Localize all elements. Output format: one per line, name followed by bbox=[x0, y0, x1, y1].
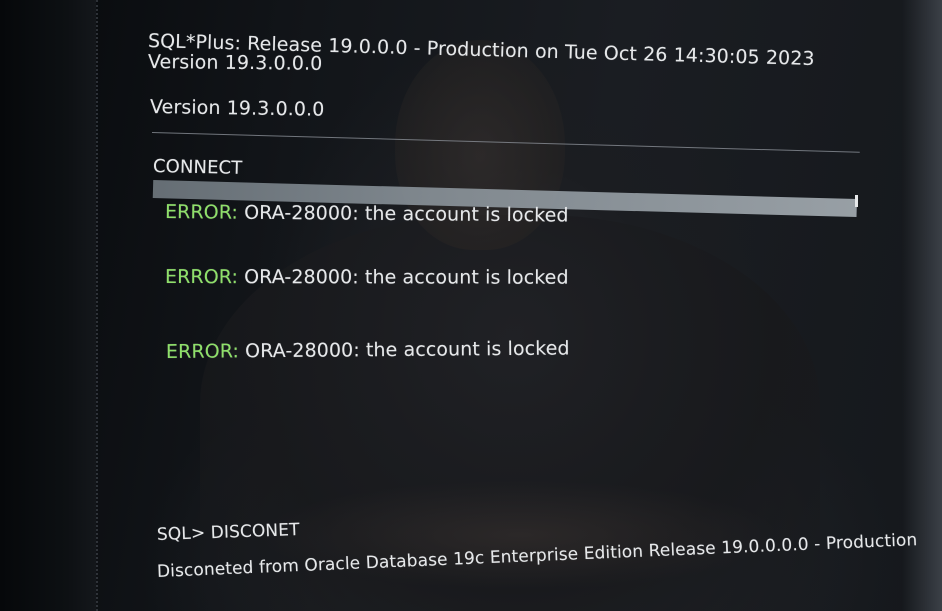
error-message: ORA-28000: the account is locked bbox=[237, 201, 569, 227]
text-cursor bbox=[855, 195, 858, 207]
error-line: ERROR: ORA-28000: the account is locked bbox=[165, 201, 569, 227]
error-message: ORA-28000: the account is locked bbox=[237, 266, 569, 289]
terminal-output: SQL*Plus: Release 19.0.0.0 - Production … bbox=[0, 0, 942, 611]
error-line: ERROR: ORA-28000: the account is locked bbox=[166, 337, 570, 363]
sql-prompt-command: SQL> DISCONET bbox=[156, 520, 300, 545]
error-message: ORA-28000: the account is locked bbox=[238, 337, 570, 363]
error-keyword: ERROR: bbox=[165, 340, 240, 363]
error-keyword: ERROR: bbox=[164, 266, 239, 289]
monitor-photo: SQL*Plus: Release 19.0.0.0 - Production … bbox=[0, 0, 942, 611]
banner-line-version: Version 19.3.0.0.0 bbox=[147, 51, 323, 75]
separator-rule bbox=[151, 132, 860, 153]
version-line: Version 19.3.0.0.0 bbox=[149, 96, 325, 121]
error-keyword: ERROR: bbox=[164, 201, 239, 224]
error-line: ERROR: ORA-28000: the account is locked bbox=[165, 266, 569, 289]
connect-label: CONNECT bbox=[152, 156, 243, 179]
